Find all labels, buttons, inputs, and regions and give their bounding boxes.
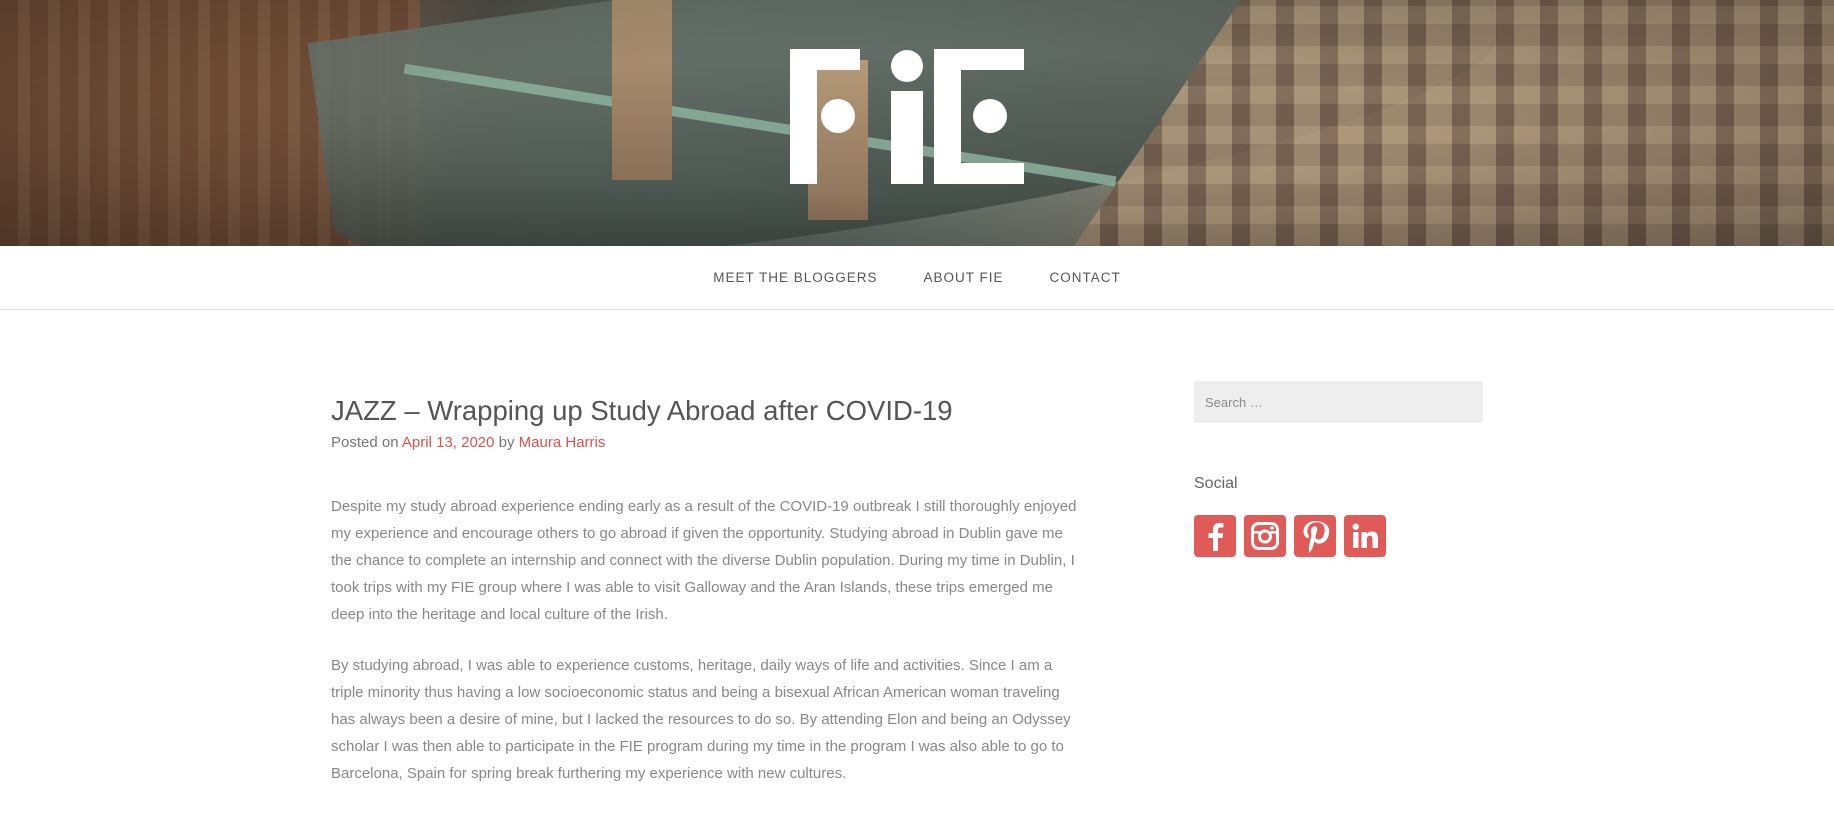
post-content: Despite my study abroad experience endin… xyxy=(331,493,1081,787)
search-input[interactable] xyxy=(1194,381,1483,423)
post-paragraph: By studying abroad, I was able to experi… xyxy=(331,657,1071,782)
sidebar: Social xyxy=(1194,381,1483,557)
instagram-link[interactable] xyxy=(1244,515,1286,557)
facebook-icon xyxy=(1208,522,1224,551)
post-paragraph: Despite my study abroad experience endin… xyxy=(331,498,1077,623)
posted-on-label: Posted on xyxy=(331,434,402,451)
post-date-link[interactable]: April 13, 2020 xyxy=(402,434,495,451)
instagram-icon xyxy=(1251,522,1279,550)
by-label: by xyxy=(494,434,519,451)
header-banner-image xyxy=(0,0,1834,246)
linkedin-icon xyxy=(1352,523,1378,548)
main-navigation: MEET THE BLOGGERS ABOUT FIE CONTACT xyxy=(0,246,1834,310)
site-logo[interactable] xyxy=(790,49,1024,184)
nav-item-about-fie[interactable]: ABOUT FIE xyxy=(901,270,1027,285)
social-widget-title: Social xyxy=(1194,475,1238,492)
linkedin-link[interactable] xyxy=(1344,515,1386,557)
post-title: JAZZ – Wrapping up Study Abroad after CO… xyxy=(331,395,953,426)
social-links xyxy=(1194,515,1483,557)
nav-item-meet-the-bloggers[interactable]: MEET THE BLOGGERS xyxy=(690,270,900,285)
post-meta: Posted on April 13, 2020 by Maura Harris xyxy=(331,433,1081,453)
post-article: JAZZ – Wrapping up Study Abroad after CO… xyxy=(331,393,1081,811)
pinterest-icon xyxy=(1303,521,1330,553)
fie-logo-icon xyxy=(790,49,1024,184)
nav-item-contact[interactable]: CONTACT xyxy=(1027,270,1144,285)
facebook-link[interactable] xyxy=(1194,515,1236,557)
pinterest-link[interactable] xyxy=(1294,515,1336,557)
post-author-link[interactable]: Maura Harris xyxy=(519,434,606,451)
